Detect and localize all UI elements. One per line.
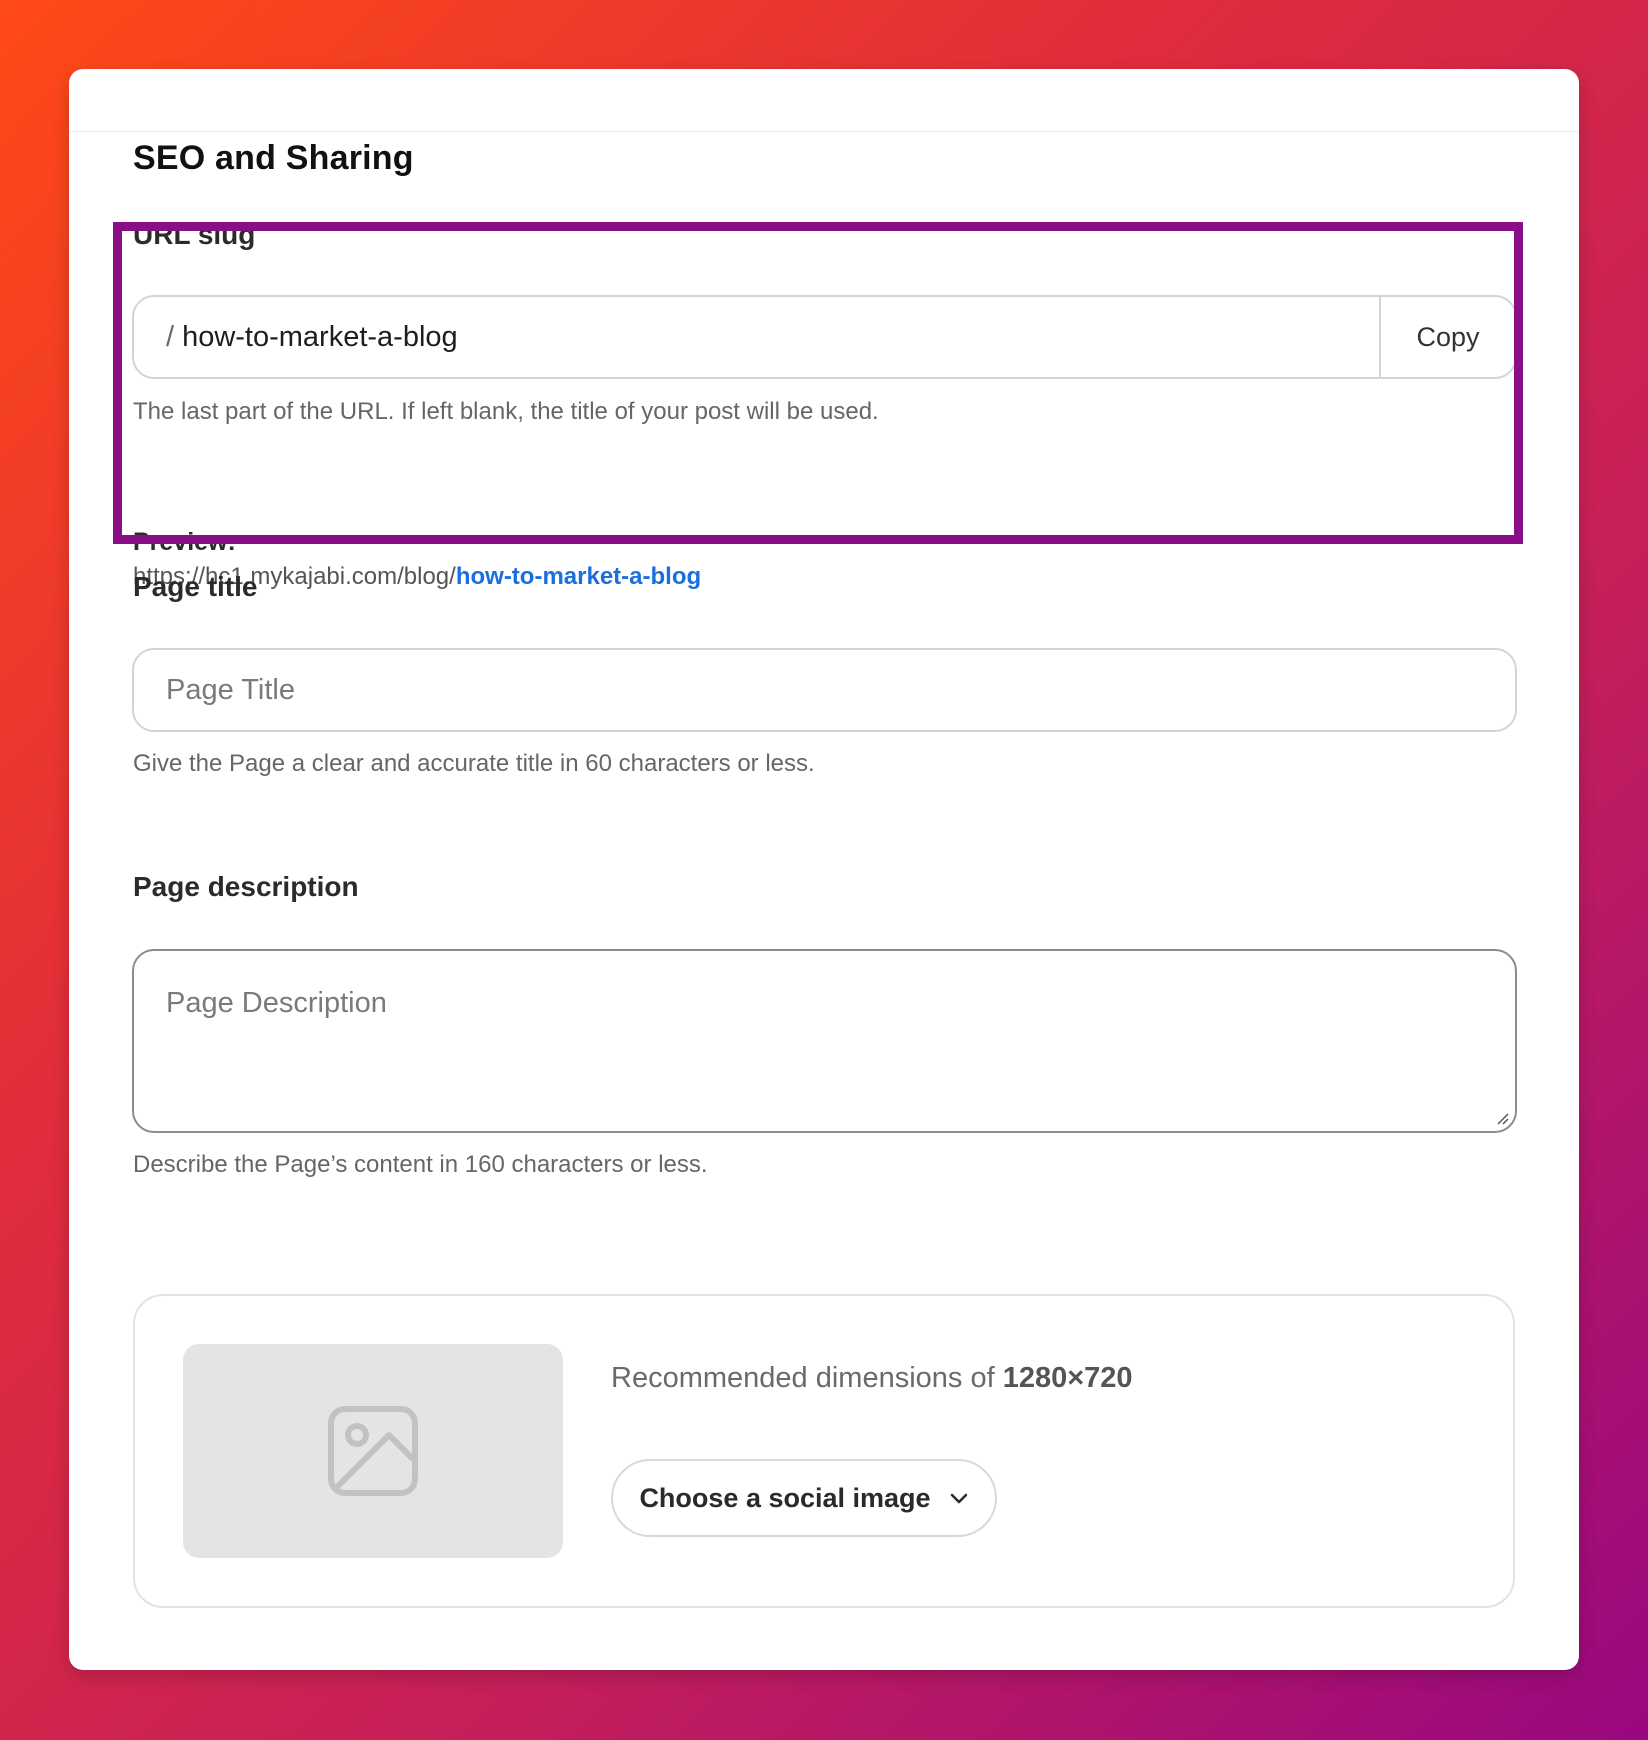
image-icon	[328, 1406, 418, 1496]
url-slug-prefix: /	[166, 320, 175, 353]
page-description-label: Page description	[133, 871, 359, 902]
page-title-label: Page title	[133, 571, 258, 602]
recommended-dimensions-value: 1280×720	[1002, 1362, 1133, 1394]
url-slug-help: The last part of the URL. If left blank,…	[133, 398, 879, 425]
recommended-dimensions-text: Recommended dimensions of	[611, 1362, 1003, 1394]
choose-social-image-button[interactable]: Choose a social image	[611, 1459, 997, 1537]
preview-url-slug: how-to-market-a-blog	[455, 563, 702, 590]
url-slug-label: URL slug	[133, 219, 256, 250]
copy-button[interactable]: Copy	[1379, 297, 1515, 377]
page-title-help: Give the Page a clear and accurate title…	[133, 750, 815, 777]
url-slug-input-wrapper: /	[134, 297, 1379, 377]
choose-social-image-label: Choose a social image	[639, 1482, 931, 1513]
highlight-box	[113, 222, 1523, 544]
page-description-input[interactable]	[134, 951, 1515, 1131]
section-title: SEO and Sharing	[133, 139, 414, 177]
page-description-field	[132, 949, 1517, 1133]
url-slug-input[interactable]	[182, 320, 1083, 354]
page-title-field	[132, 648, 1517, 732]
seo-settings-panel: SEO and Sharing URL slug / Copy The last…	[69, 69, 1579, 1670]
resize-handle-icon[interactable]	[1495, 1111, 1509, 1125]
page-description-help: Describe the Page’s content in 160 chara…	[133, 1151, 708, 1178]
page-title-input[interactable]	[134, 650, 1515, 730]
social-image-card: Recommended dimensions of 1280×720 Choos…	[133, 1294, 1515, 1608]
social-image-placeholder	[183, 1344, 563, 1558]
url-slug-field: / Copy	[132, 295, 1517, 379]
preview-label: Preview:	[133, 528, 236, 556]
chevron-down-icon	[949, 1491, 969, 1505]
recommended-dimensions: Recommended dimensions of 1280×720	[611, 1358, 1133, 1398]
